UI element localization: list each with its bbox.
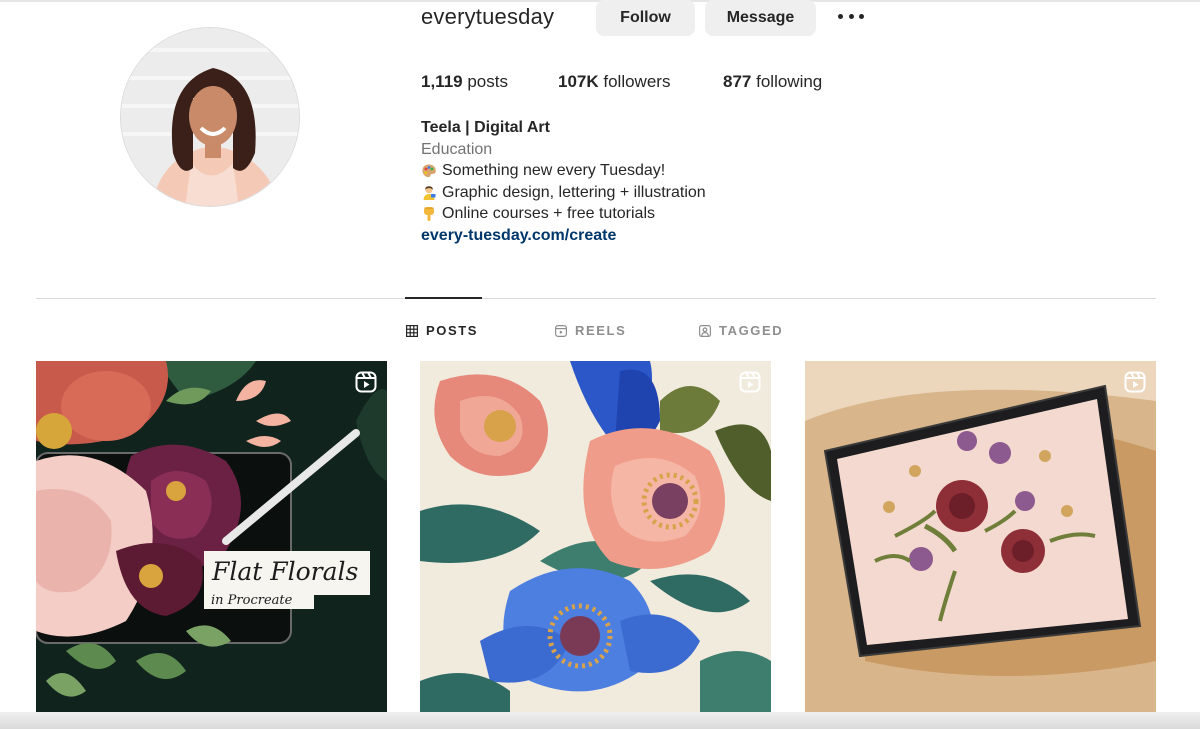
more-horizontal-icon[interactable]	[836, 4, 866, 28]
grid-icon	[406, 324, 418, 337]
post-tile-flat-florals[interactable]: Flat Florals in Procreate	[36, 361, 387, 712]
tab-reels[interactable]: REELS	[555, 323, 626, 338]
following-count-value: 877	[723, 72, 752, 91]
tab-tagged[interactable]: TAGGED	[699, 323, 783, 338]
following-link[interactable]: 877 following	[723, 72, 822, 92]
bio-website-link[interactable]: every-tuesday.com/create	[421, 225, 706, 247]
followers-count-label: followers	[603, 72, 671, 91]
tagged-icon	[699, 324, 711, 337]
artist-emoji-icon	[421, 185, 437, 201]
post-image	[420, 361, 771, 712]
profile-avatar[interactable]	[120, 27, 300, 207]
dot	[848, 13, 854, 19]
profile-bio: Teela | Digital Art Education Something …	[421, 117, 706, 247]
tab-label: TAGGED	[719, 323, 784, 338]
bio-line: Something new every Tuesday!	[421, 160, 706, 182]
active-tab-indicator	[405, 297, 482, 299]
bio-line-text: Online courses + free tutorials	[442, 205, 655, 223]
reel-icon	[1124, 371, 1146, 393]
post-title: Flat Florals	[212, 557, 359, 586]
followers-link[interactable]: 107K followers	[558, 72, 670, 92]
reel-icon	[355, 371, 377, 393]
dot	[838, 13, 843, 19]
post-tile-ipad-florals[interactable]	[805, 361, 1156, 712]
bio-line-text: Something new every Tuesday!	[442, 162, 666, 180]
pointing-down-icon	[421, 206, 437, 222]
post-image	[36, 361, 387, 712]
post-tile-florals-painting[interactable]	[420, 361, 771, 712]
following-count-label: following	[756, 72, 823, 91]
dot	[859, 13, 864, 19]
bio-category: Education	[421, 140, 493, 158]
profile-username: everytuesday	[421, 4, 555, 29]
bio-line-text: Graphic design, lettering + illustration	[442, 183, 706, 201]
bio-line: Graphic design, lettering + illustration	[421, 182, 706, 204]
bio-name: Teela | Digital Art	[421, 119, 550, 136]
followers-count-value: 107K	[558, 72, 599, 91]
tab-posts[interactable]: POSTS	[406, 323, 478, 338]
message-button[interactable]: Message	[705, 0, 816, 36]
post-image	[805, 361, 1156, 712]
window-bottom-edge	[0, 712, 1200, 729]
reels-icon	[555, 324, 567, 337]
tab-label: POSTS	[426, 323, 479, 338]
artist-palette-icon	[421, 163, 437, 179]
tabs-divider	[36, 298, 1156, 299]
posts-count-value: 1,119	[421, 72, 463, 91]
avatar-photo	[121, 28, 299, 206]
follow-button[interactable]: Follow	[596, 0, 695, 36]
posts-count: 1,119 posts	[421, 72, 508, 92]
reel-icon	[739, 371, 761, 393]
posts-count-label: posts	[467, 72, 508, 91]
tab-label: REELS	[575, 323, 627, 338]
bio-line: Online courses + free tutorials	[421, 203, 706, 225]
post-subtitle: in Procreate	[211, 593, 293, 608]
